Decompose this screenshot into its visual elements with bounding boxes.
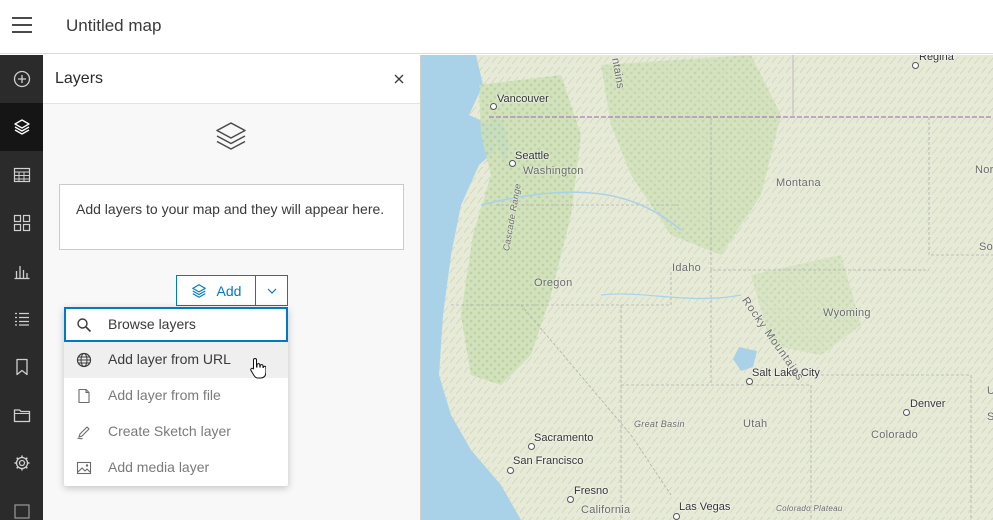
city-label-regina: Regina (919, 55, 954, 63)
region-label-montana: Montana (776, 177, 821, 189)
add-layer-from-url-label: Add layer from URL (108, 351, 231, 367)
browse-layers-label: Browse layers (108, 316, 196, 332)
image-icon (76, 461, 92, 475)
collapse-icon (13, 504, 30, 519)
chevron-down-icon (267, 288, 276, 294)
feature-label-colorado-plateau: Colorado Plateau (776, 504, 843, 513)
layers-icon (191, 283, 206, 298)
collapse-action-button[interactable] (0, 487, 43, 520)
feature-label-great-basin: Great Basin (634, 419, 685, 429)
city-label-las-vegas: Las Vegas (679, 501, 731, 513)
layers-empty-icon (216, 122, 246, 150)
legend-action-button[interactable] (0, 295, 43, 343)
city-label-seattle: Seattle (515, 150, 550, 162)
add-layer-from-url-item[interactable]: Add layer from URL (64, 342, 288, 378)
bookmark-icon (15, 358, 28, 376)
city-label-san-francisco: San Francisco (513, 455, 584, 467)
city-dot (912, 62, 919, 69)
basemap-action-button[interactable] (0, 199, 43, 247)
region-label-edge-u: U (987, 385, 993, 397)
layers-action-button[interactable] (0, 103, 43, 151)
city-label-denver: Denver (910, 398, 946, 410)
city-label-vancouver: Vancouver (497, 93, 549, 105)
bar-chart-icon (14, 266, 29, 280)
basemap-grid-icon (13, 214, 30, 232)
city-dot (746, 378, 753, 385)
city-dot (673, 513, 680, 520)
region-label-wyoming: Wyoming (823, 307, 871, 319)
city-label-fresno: Fresno (574, 485, 609, 497)
region-label-california: California (581, 504, 631, 516)
region-label-idaho: Idaho (672, 262, 702, 274)
city-dot (903, 409, 910, 416)
add-media-layer-label: Add media layer (108, 459, 210, 475)
city-dot (507, 467, 514, 474)
table-icon (13, 167, 30, 183)
region-label-oregon: Oregon (534, 277, 573, 289)
gear-icon (14, 455, 29, 471)
hamburger-menu-icon[interactable] (12, 17, 32, 35)
plus-circle-icon (13, 70, 30, 88)
add-media-layer-item[interactable]: Add media layer (64, 450, 288, 486)
app-header: Untitled map (0, 0, 993, 54)
add-split-button: Add (176, 275, 288, 306)
region-label-colorado: Colorado (871, 429, 919, 441)
legend-list-icon (14, 312, 29, 326)
add-layer-from-file-item[interactable]: Add layer from file (64, 378, 288, 414)
tables-action-button[interactable] (0, 151, 43, 199)
add-dropdown-toggle[interactable] (256, 275, 288, 306)
charts-action-button[interactable] (0, 247, 43, 295)
panel-title: Layers (55, 70, 104, 87)
region-label-utah: Utah (743, 418, 768, 430)
region-label-washington: Washington (523, 165, 584, 177)
add-layer-menu: Browse layers Add layer from URL Add lay… (64, 307, 288, 486)
close-icon[interactable] (392, 72, 406, 86)
map-title[interactable]: Untitled map (66, 16, 161, 36)
city-dot (567, 496, 574, 503)
bookmarks-action-button[interactable] (0, 343, 43, 391)
empty-layers-message: Add layers to your map and they will app… (59, 184, 404, 250)
map-view[interactable]: Regina Vancouver Seattle Salt Lake City … (421, 55, 993, 520)
add-layer-from-file-label: Add layer from file (108, 387, 221, 403)
action-bar (0, 55, 43, 520)
region-label-north-dakota: Nor (975, 164, 993, 176)
settings-action-button[interactable] (0, 439, 43, 487)
file-icon (78, 388, 90, 404)
panel-header: Layers (43, 55, 420, 104)
region-label-edge-s: S (987, 411, 993, 423)
layers-icon (13, 119, 30, 135)
globe-icon (76, 352, 92, 368)
create-sketch-layer-item[interactable]: Create Sketch layer (64, 414, 288, 450)
add-button-label: Add (216, 282, 242, 299)
create-sketch-layer-label: Create Sketch layer (108, 423, 231, 439)
city-label-sacramento: Sacramento (534, 432, 594, 444)
search-icon (77, 318, 92, 333)
region-label-south-dakota: So (979, 241, 993, 253)
basemap-terrain (421, 55, 993, 520)
add-action-button[interactable] (0, 55, 43, 103)
properties-action-button[interactable] (0, 391, 43, 439)
city-dot (490, 103, 497, 110)
add-button[interactable]: Add (176, 275, 256, 306)
browse-layers-item[interactable]: Browse layers (64, 307, 288, 342)
city-dot (528, 443, 535, 450)
folder-icon (13, 409, 30, 423)
sketch-pen-icon (77, 426, 90, 440)
